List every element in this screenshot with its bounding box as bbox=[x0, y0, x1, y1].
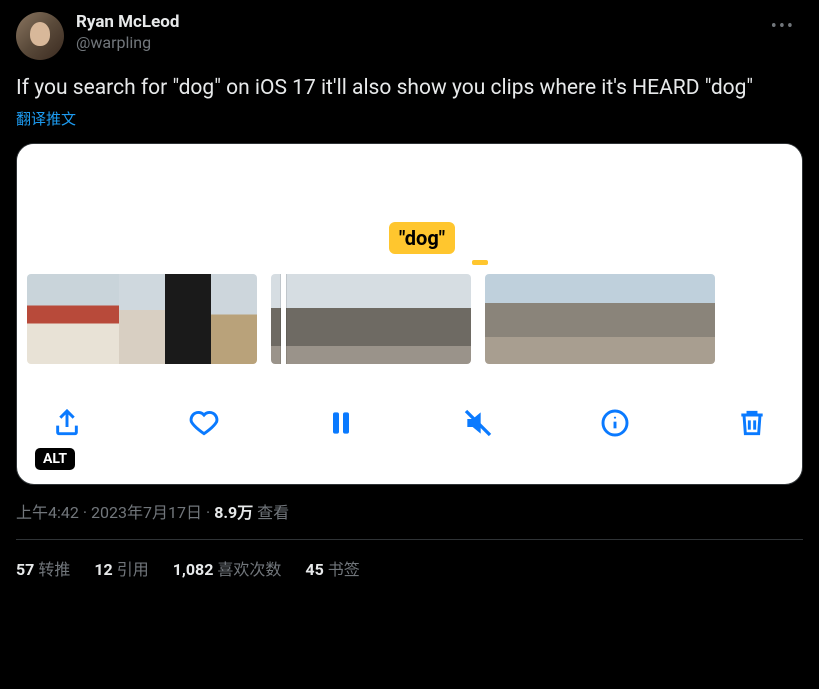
view-count: 8.9万 bbox=[214, 503, 253, 522]
video-frame bbox=[27, 274, 73, 364]
video-frame bbox=[623, 274, 669, 364]
display-name: Ryan McLeod bbox=[76, 12, 179, 33]
avatar[interactable] bbox=[16, 12, 64, 60]
pause-button[interactable] bbox=[319, 401, 363, 445]
tweet-header: Ryan McLeod @warpling ••• bbox=[16, 12, 803, 60]
video-frame bbox=[73, 274, 119, 364]
video-frame bbox=[577, 274, 623, 364]
retweets-stat[interactable]: 57转推 bbox=[16, 556, 70, 580]
more-button[interactable]: ••• bbox=[763, 12, 803, 41]
translate-link[interactable]: 翻译推文 bbox=[16, 108, 76, 129]
share-icon bbox=[51, 407, 83, 439]
tweet-container: Ryan McLeod @warpling ••• If you search … bbox=[0, 0, 819, 580]
mute-icon bbox=[462, 407, 494, 439]
user-handle: @warpling bbox=[76, 33, 179, 53]
video-frame bbox=[321, 274, 371, 364]
info-button[interactable] bbox=[593, 401, 637, 445]
trash-icon bbox=[736, 407, 768, 439]
tweet-stats: 57转推 12引用 1,082喜欢次数 45书签 bbox=[16, 540, 803, 580]
mute-button[interactable] bbox=[456, 401, 500, 445]
video-frame bbox=[371, 274, 421, 364]
heart-icon bbox=[188, 407, 220, 439]
clip-group-2[interactable] bbox=[271, 274, 471, 364]
video-frame bbox=[271, 274, 321, 364]
alt-badge[interactable]: ALT bbox=[35, 448, 75, 470]
media-whitespace bbox=[17, 144, 802, 276]
video-frame bbox=[421, 274, 471, 364]
tweet-time[interactable]: 上午4:42 bbox=[16, 503, 79, 522]
view-label: 查看 bbox=[253, 503, 289, 522]
info-icon bbox=[599, 407, 631, 439]
media-card[interactable]: "dog" bbox=[16, 143, 803, 485]
bookmarks-stat[interactable]: 45书签 bbox=[305, 556, 359, 580]
share-button[interactable] bbox=[45, 401, 89, 445]
video-frame bbox=[119, 274, 165, 364]
user-block[interactable]: Ryan McLeod @warpling bbox=[76, 12, 179, 53]
tweet-date[interactable]: 2023年7月17日 bbox=[91, 503, 202, 522]
video-frame bbox=[485, 274, 531, 364]
delete-button[interactable] bbox=[730, 401, 774, 445]
pause-icon bbox=[325, 407, 357, 439]
video-frame bbox=[669, 274, 715, 364]
clip-group-3[interactable] bbox=[485, 274, 715, 364]
tweet-meta: 上午4:42·2023年7月17日·8.9万 查看 bbox=[16, 499, 803, 523]
likes-stat[interactable]: 1,082喜欢次数 bbox=[173, 556, 282, 580]
quotes-stat[interactable]: 12引用 bbox=[94, 556, 148, 580]
like-button[interactable] bbox=[182, 401, 226, 445]
media-toolbar bbox=[17, 384, 802, 462]
video-frame bbox=[165, 274, 211, 364]
video-frame bbox=[531, 274, 577, 364]
video-frame bbox=[211, 274, 257, 364]
playhead-tick bbox=[472, 260, 488, 265]
tweet-text: If you search for "dog" on iOS 17 it'll … bbox=[16, 74, 803, 102]
search-term-tag: "dog" bbox=[389, 222, 455, 254]
video-scrubber[interactable] bbox=[17, 274, 802, 364]
clip-group-1[interactable] bbox=[27, 274, 257, 364]
